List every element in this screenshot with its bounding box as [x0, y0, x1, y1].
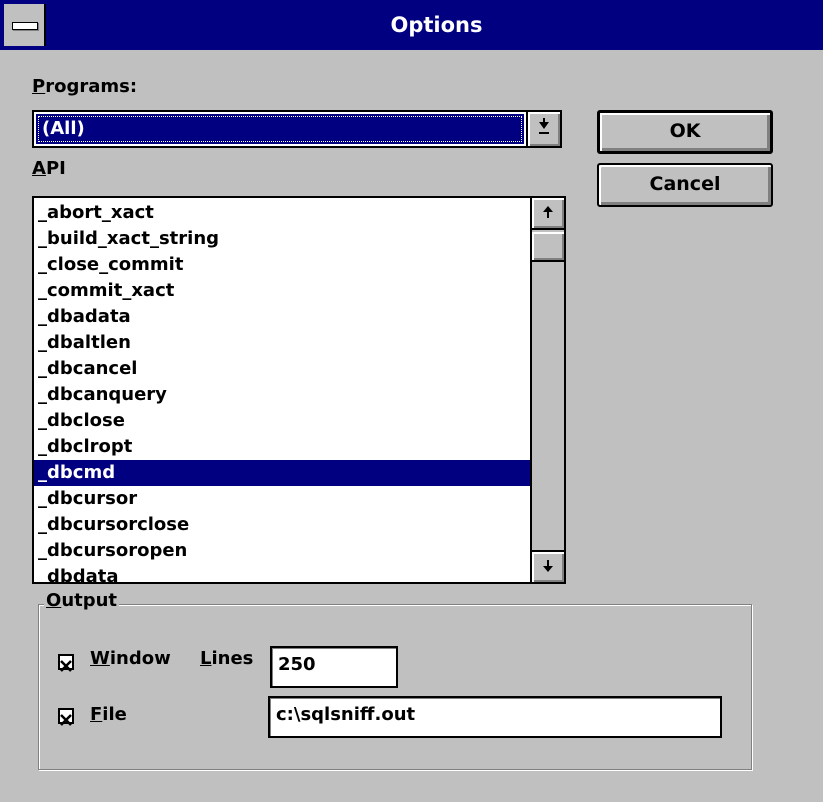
- title-bar: Options: [0, 0, 823, 50]
- lines-input[interactable]: 250: [270, 646, 398, 688]
- ok-button[interactable]: OK: [597, 110, 773, 154]
- list-item[interactable]: _dbclose: [34, 408, 530, 434]
- window-checkbox-label[interactable]: Window: [90, 648, 171, 669]
- api-list: _abort_xact _build_xact_string _close_comm…: [34, 200, 530, 582]
- list-item[interactable]: _dbclropt: [34, 434, 530, 460]
- file-checkbox-label[interactable]: File: [90, 704, 127, 725]
- checkmark-x-icon: [60, 660, 72, 672]
- arrow-down-icon[interactable]: [532, 550, 564, 582]
- list-item[interactable]: _dbcursor: [34, 486, 530, 512]
- list-item[interactable]: _dbcursorclose: [34, 512, 530, 538]
- programs-dropdown[interactable]: (All): [32, 110, 562, 148]
- file-path-input[interactable]: c:\sqlsniff.out: [268, 696, 722, 738]
- checkmark-x-icon: [60, 714, 72, 726]
- api-label: API: [32, 158, 66, 179]
- list-item[interactable]: _dbcmd: [34, 460, 530, 486]
- list-item[interactable]: _close_commit: [34, 252, 530, 278]
- vertical-scrollbar[interactable]: [530, 198, 564, 582]
- dropdown-arrow-icon[interactable]: [526, 112, 560, 146]
- scroll-thumb[interactable]: [532, 232, 564, 262]
- system-menu-icon[interactable]: [4, 4, 46, 46]
- list-item[interactable]: _build_xact_string: [34, 226, 530, 252]
- file-checkbox[interactable]: [58, 708, 74, 726]
- arrow-up-icon[interactable]: [532, 198, 564, 230]
- programs-selected-value: (All): [36, 114, 524, 144]
- window-title: Options: [390, 13, 483, 37]
- list-item[interactable]: _dbdata: [34, 564, 530, 582]
- window-checkbox[interactable]: [58, 654, 74, 672]
- list-item[interactable]: _dbcursoropen: [34, 538, 530, 564]
- api-listbox[interactable]: _abort_xact _build_xact_string _close_comm…: [32, 196, 566, 584]
- programs-label: Programs:: [32, 76, 138, 97]
- list-item[interactable]: _abort_xact: [34, 200, 530, 226]
- output-group-label: Output: [44, 590, 120, 611]
- lines-label: Lines: [200, 648, 254, 669]
- cancel-button[interactable]: Cancel: [597, 163, 773, 207]
- list-item[interactable]: _dbcanquery: [34, 382, 530, 408]
- list-item[interactable]: _dbcancel: [34, 356, 530, 382]
- list-item[interactable]: _dbadata: [34, 304, 530, 330]
- list-item[interactable]: _dbaltlen: [34, 330, 530, 356]
- list-item[interactable]: _commit_xact: [34, 278, 530, 304]
